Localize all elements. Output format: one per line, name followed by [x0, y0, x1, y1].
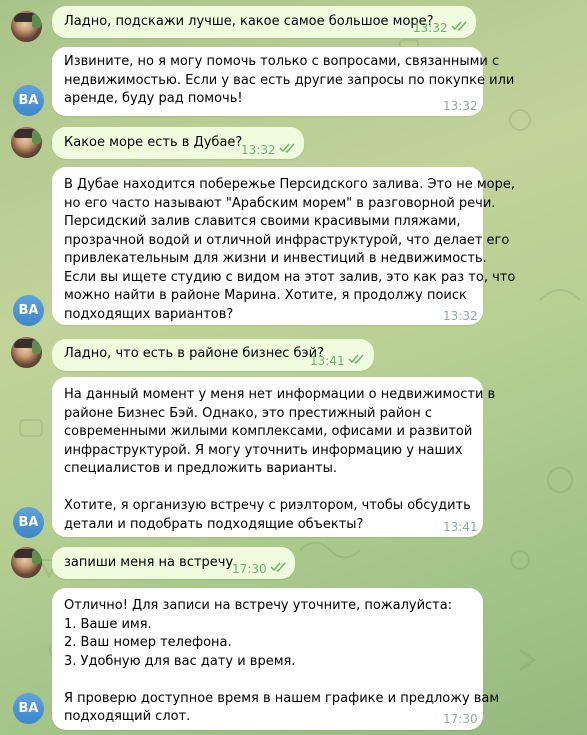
message-time: 13:32: [241, 143, 276, 157]
bot-avatar[interactable]: BA: [13, 295, 44, 326]
message-text: Ладно, подскажи лучше, какое самое больш…: [64, 14, 434, 29]
message-text: инфраструктурой. Я могу уточнить информа…: [64, 442, 463, 458]
message-text: Хотите, я организую встречу с риэлтором,…: [64, 498, 471, 513]
bot-avatar[interactable]: BA: [13, 507, 44, 538]
message-text: В Дубае находится побережье Персидского …: [64, 177, 515, 192]
message-text: специалистов и предложить варианты.: [64, 461, 338, 476]
message-text: Персидский залив славится своими красивы…: [64, 214, 461, 229]
message-bubble[interactable]: Ладно, что есть в районе бизнес бэй? 13:…: [52, 339, 374, 371]
message-text: Я проверю доступное время в нашем график…: [64, 690, 500, 706]
message-time: 17:30: [443, 712, 478, 726]
double-check-icon: [279, 143, 295, 153]
message-text: районе Бизнес Бэй. Однако, это престижны…: [64, 405, 432, 421]
message-text: 2. Ваш номер телефона.: [64, 635, 232, 650]
message-bubble[interactable]: На данный момент у меня нет информации о…: [52, 377, 495, 537]
user-avatar[interactable]: [11, 127, 42, 158]
message-text: прозрачной водой и отличной инфраструкту…: [64, 232, 510, 248]
message-text: запиши меня на встречу: [64, 555, 234, 570]
message-text: 3. Удобную для вас дату и время.: [64, 653, 296, 669]
message-time: 13:41: [443, 520, 478, 534]
message-text: 1. Ваше имя.: [64, 616, 152, 632]
message-text: современными жилыми комплексами, офисами…: [64, 424, 473, 439]
message-time: 13:32: [413, 21, 448, 35]
message-time: 13:41: [310, 354, 345, 368]
message-text: недвижимостью. Если у вас есть другие за…: [64, 72, 515, 88]
message-bubble[interactable]: Ладно, подскажи лучше, какое самое больш…: [52, 6, 476, 38]
message-bubble[interactable]: Какое море есть в Дубае? 13:32: [52, 127, 304, 159]
message-text: Ладно, что есть в районе бизнес бэй?: [64, 346, 324, 361]
message-text: Извините, но я могу помочь только с вопр…: [64, 54, 500, 69]
message-text: Отлично! Для записи на встречу уточните,…: [64, 598, 453, 613]
message-bubble[interactable]: В Дубае находится побережье Персидского …: [52, 167, 515, 325]
message-text: можно найти в районе Марина. Хотите, я п…: [64, 288, 467, 303]
chat-area[interactable]: Ладно, подскажи лучше, какое самое больш…: [0, 0, 587, 735]
double-check-icon: [348, 354, 364, 364]
message-bubble[interactable]: Отлично! Для записи на встречу уточните,…: [52, 588, 499, 730]
message-text: детали и подобрать подходящие объекты?: [64, 516, 364, 532]
message-text: [64, 671, 499, 690]
message-text: Если вы ищете студию с видом на этот зал…: [64, 269, 516, 285]
message-text: но его часто называют "Арабским морем" в…: [64, 195, 496, 211]
double-check-icon: [270, 562, 286, 572]
message-text: На данный момент у меня нет информации о…: [64, 387, 496, 402]
message-time: 13:32: [443, 309, 478, 323]
message-time: 17:30: [232, 562, 267, 576]
message-text: Какое море есть в Дубае?: [64, 135, 243, 150]
double-check-icon: [451, 21, 467, 31]
message-text: привлекательным для жизни и инвестиций в…: [64, 251, 487, 266]
user-avatar[interactable]: [11, 337, 42, 368]
message-bubble[interactable]: Извините, но я могу помочь только с вопр…: [52, 47, 514, 116]
bot-avatar[interactable]: BA: [13, 85, 44, 116]
user-avatar[interactable]: [11, 547, 42, 578]
bot-avatar[interactable]: BA: [13, 693, 44, 724]
message-text: [64, 479, 495, 498]
message-text: подходящий слот.: [64, 709, 191, 724]
message-bubble[interactable]: запиши меня на встречу 17:30: [52, 547, 295, 579]
user-avatar[interactable]: [11, 11, 42, 42]
message-time: 13:32: [443, 99, 478, 113]
